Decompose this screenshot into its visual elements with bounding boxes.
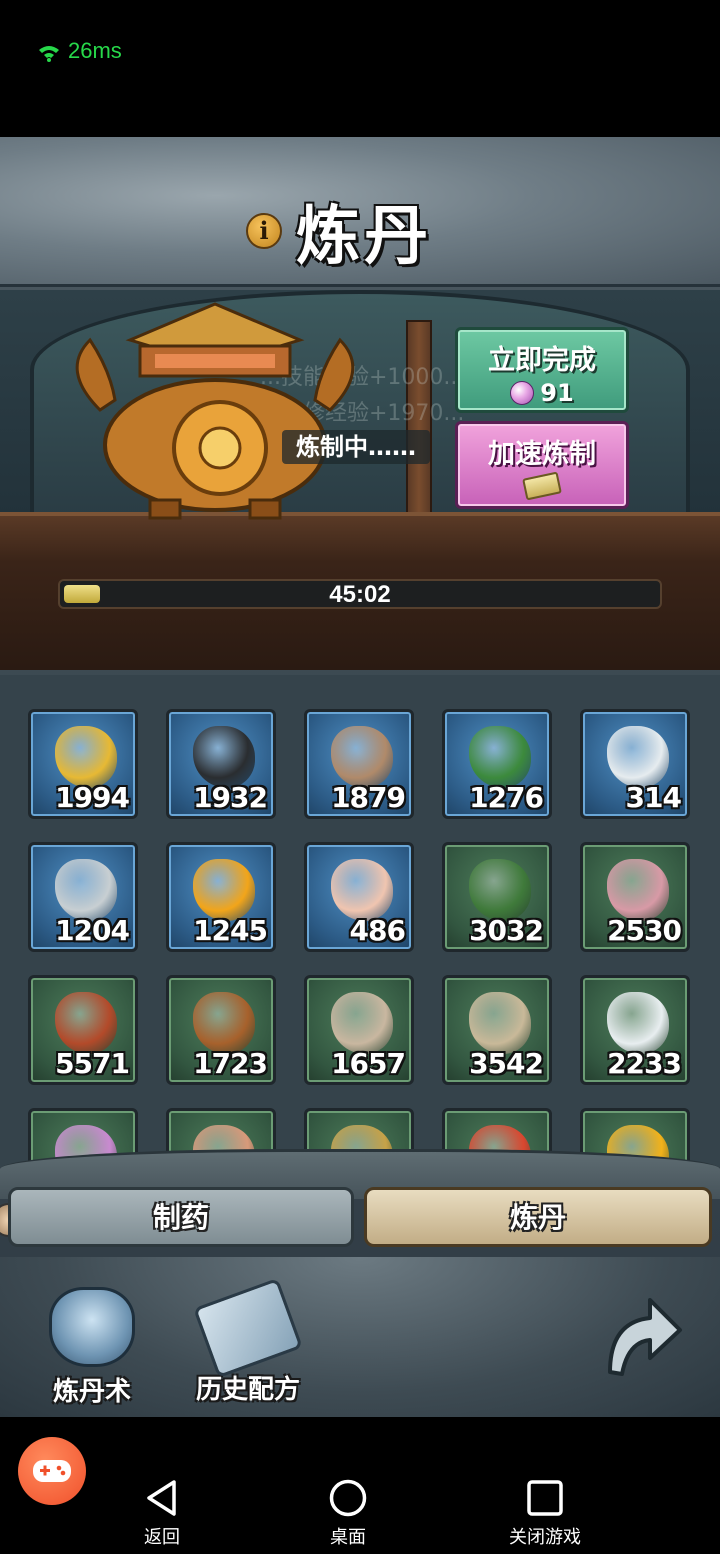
amber-icon xyxy=(193,859,255,921)
branch-icon xyxy=(469,992,531,1054)
furnace-scene: ...技能经验+1000... ...体修经验+1970... 炼制中…… 立即… xyxy=(0,290,720,670)
rock-icon xyxy=(331,992,393,1054)
nav-close-game-button[interactable]: 关闭游戏 xyxy=(500,1479,590,1549)
inventory-slot[interactable]: 1657 xyxy=(304,975,414,1085)
furnace-cauldron[interactable] xyxy=(60,300,370,520)
network-ping: 26ms xyxy=(38,38,122,64)
rope-coil-icon xyxy=(193,726,255,788)
tab-liandan[interactable]: 炼丹 xyxy=(364,1187,712,1247)
item-quantity: 1657 xyxy=(331,1047,406,1080)
item-quantity: 3542 xyxy=(469,1047,544,1080)
wifi-icon xyxy=(38,42,60,62)
close-square-icon xyxy=(527,1480,563,1516)
recipe-scroll-icon xyxy=(193,1277,303,1379)
item-quantity: 1994 xyxy=(55,781,130,814)
white-flower-icon xyxy=(607,992,669,1054)
inventory-slot[interactable]: 5571 xyxy=(28,975,138,1085)
complete-now-button[interactable]: 立即完成 91 xyxy=(455,327,629,413)
leaf-icon xyxy=(469,726,531,788)
inventory-slot[interactable]: 1932 xyxy=(166,709,276,819)
scroll-icon xyxy=(522,471,562,501)
item-quantity: 1879 xyxy=(331,781,406,814)
inventory-slot[interactable]: 1204 xyxy=(28,842,138,952)
item-quantity: 1932 xyxy=(193,781,268,814)
item-quantity: 314 xyxy=(625,781,682,814)
item-quantity: 486 xyxy=(349,914,406,947)
gem-cost: 91 xyxy=(540,379,574,407)
cauldron-icon xyxy=(49,1287,135,1367)
item-quantity: 1723 xyxy=(193,1047,268,1080)
item-quantity: 1204 xyxy=(55,914,130,947)
game-screen: i 炼丹 ...技能经验+1000... ...体修经验+1970... 炼制中… xyxy=(0,137,720,1417)
gem-icon xyxy=(510,381,535,405)
feather-icon xyxy=(607,726,669,788)
return-arrow-icon xyxy=(608,1298,682,1376)
gamepad-icon xyxy=(33,1460,71,1482)
game-assistant-button[interactable] xyxy=(18,1437,86,1505)
bone-icon xyxy=(55,859,117,921)
title-bar: i 炼丹 xyxy=(0,137,720,287)
complete-now-cost: 91 xyxy=(458,379,626,407)
inventory-slot[interactable]: 314 xyxy=(580,709,690,819)
lingzhi-icon xyxy=(193,992,255,1054)
nav-back-button[interactable]: 返回 xyxy=(130,1479,194,1549)
info-icon[interactable]: i xyxy=(246,213,282,249)
item-quantity: 2530 xyxy=(607,914,682,947)
inventory-slot[interactable]: 2233 xyxy=(580,975,690,1085)
inventory-grid: 1994 1932 1879 1276 314 1204 1245 486 3032 2530 55… xyxy=(0,675,720,1167)
inventory-slot[interactable]: 1879 xyxy=(304,709,414,819)
home-icon xyxy=(329,1479,367,1517)
inventory-slot[interactable]: 486 xyxy=(304,842,414,952)
nav-desktop-button[interactable]: 桌面 xyxy=(316,1479,380,1549)
speed-up-button[interactable]: 加速炼制 xyxy=(455,421,629,509)
tab-zhiyao[interactable]: 制药 xyxy=(8,1187,354,1247)
complete-now-label: 立即完成 xyxy=(488,345,596,376)
status-bar: 26ms xyxy=(0,0,720,137)
inventory-slot[interactable]: 3032 xyxy=(442,842,552,952)
craft-time-left: 45:02 xyxy=(329,581,391,608)
crafting-status: 炼制中…… xyxy=(282,430,430,464)
ginseng-icon xyxy=(55,992,117,1054)
ping-text: 26ms xyxy=(68,38,122,63)
craft-progress-bar: 45:02 xyxy=(58,579,662,609)
golden-bird-icon xyxy=(55,726,117,788)
back-icon xyxy=(147,1480,176,1516)
item-quantity: 1276 xyxy=(469,781,544,814)
alchemy-skill-label: 炼丹术 xyxy=(52,1377,131,1407)
nav-desktop-label: 桌面 xyxy=(330,1527,366,1548)
inventory-slot[interactable]: 1245 xyxy=(166,842,276,952)
system-nav-bar: 返回 桌面 关闭游戏 xyxy=(0,1417,720,1554)
grass-icon xyxy=(469,859,531,921)
history-recipes-button[interactable]: 历史配方 xyxy=(186,1277,310,1406)
page-title: 炼丹 xyxy=(296,199,432,274)
item-quantity: 2233 xyxy=(607,1047,682,1080)
speed-up-label: 加速炼制 xyxy=(488,439,596,470)
inventory-slot[interactable]: 3542 xyxy=(442,975,552,1085)
inventory-slot[interactable]: 1723 xyxy=(166,975,276,1085)
inventory-slot[interactable]: 2530 xyxy=(580,842,690,952)
history-recipes-label: 历史配方 xyxy=(195,1375,300,1405)
inventory-slot[interactable]: 1276 xyxy=(442,709,552,819)
shell-icon xyxy=(331,859,393,921)
return-arrow-button[interactable] xyxy=(600,1292,684,1382)
mushroom-icon xyxy=(607,859,669,921)
item-quantity: 5571 xyxy=(55,1047,130,1080)
item-quantity: 1245 xyxy=(193,914,268,947)
hide-icon xyxy=(331,726,393,788)
alchemy-skill-button[interactable]: 炼丹术 xyxy=(40,1287,144,1408)
nav-back-label: 返回 xyxy=(144,1527,180,1548)
item-quantity: 3032 xyxy=(469,914,544,947)
nav-close-game-label: 关闭游戏 xyxy=(509,1527,581,1548)
inventory-slot[interactable]: 1994 xyxy=(28,709,138,819)
